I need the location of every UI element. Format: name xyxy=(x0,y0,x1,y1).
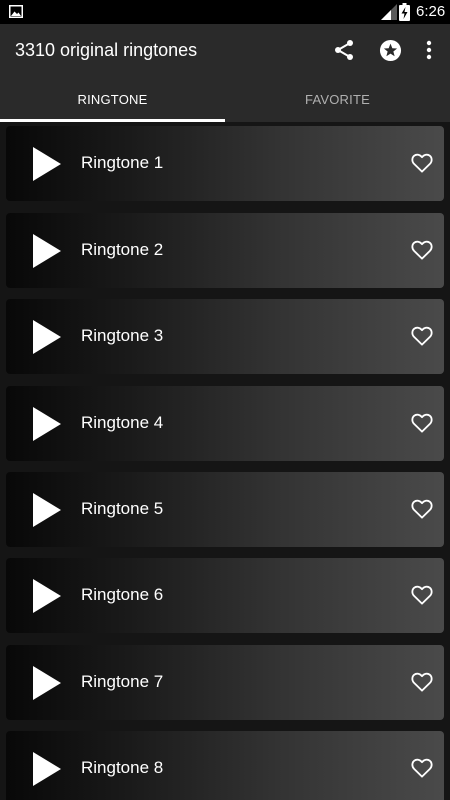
overflow-menu-button[interactable] xyxy=(417,38,441,62)
heart-outline-icon xyxy=(411,672,433,692)
ringtone-row[interactable]: Ringtone 7 xyxy=(6,645,444,720)
ringtone-row[interactable]: Ringtone 5 xyxy=(6,472,444,547)
play-icon[interactable] xyxy=(32,319,62,355)
share-button[interactable] xyxy=(332,38,356,62)
ringtone-list: Ringtone 1 Ringtone 2 Ringtone 3 Rington… xyxy=(0,122,450,800)
tab-favorite[interactable]: FAVORITE xyxy=(225,76,450,122)
play-icon[interactable] xyxy=(32,751,62,787)
share-icon xyxy=(335,40,353,60)
ringtone-row[interactable]: Ringtone 6 xyxy=(6,558,444,633)
favorite-button[interactable] xyxy=(409,150,435,176)
app-screen: 6:26 3310 original ringtones RINGTONE FA… xyxy=(0,0,450,800)
rate-button[interactable] xyxy=(378,38,402,62)
favorite-button[interactable] xyxy=(409,669,435,695)
heart-outline-icon xyxy=(411,758,433,778)
heart-outline-icon xyxy=(411,326,433,346)
play-icon[interactable] xyxy=(32,146,62,182)
ringtone-title: Ringtone 3 xyxy=(81,326,164,345)
heart-outline-icon xyxy=(411,413,433,433)
heart-outline-icon xyxy=(411,499,433,519)
heart-outline-icon xyxy=(411,153,433,173)
ringtone-title: Ringtone 4 xyxy=(81,413,164,432)
ringtone-title: Ringtone 5 xyxy=(81,499,164,518)
ringtone-title: Ringtone 1 xyxy=(81,153,164,172)
ringtone-title: Ringtone 7 xyxy=(81,672,164,691)
ringtone-title: Ringtone 8 xyxy=(81,758,164,777)
star-circle-icon xyxy=(379,39,401,61)
ringtone-row[interactable]: Ringtone 1 xyxy=(6,126,444,201)
status-time: 6:26 xyxy=(416,3,446,20)
play-icon[interactable] xyxy=(32,578,62,614)
ringtone-row[interactable]: Ringtone 4 xyxy=(6,386,444,461)
play-icon[interactable] xyxy=(32,406,62,442)
gallery-icon xyxy=(9,5,23,18)
battery-charging-icon xyxy=(399,3,410,21)
play-icon[interactable] xyxy=(32,233,62,269)
favorite-button[interactable] xyxy=(409,237,435,263)
signal-icon xyxy=(381,4,397,20)
tab-favorite-label: FAVORITE xyxy=(305,91,370,107)
app-title: 3310 original ringtones xyxy=(15,40,198,60)
ringtone-title: Ringtone 6 xyxy=(81,585,164,604)
app-bar: 3310 original ringtones xyxy=(0,24,450,76)
more-vert-icon xyxy=(426,40,432,60)
ringtone-title: Ringtone 2 xyxy=(81,240,164,259)
favorite-button[interactable] xyxy=(409,755,435,781)
favorite-button[interactable] xyxy=(409,496,435,522)
favorite-button[interactable] xyxy=(409,410,435,436)
tab-ringtone-label: RINGTONE xyxy=(77,91,148,107)
status-bar: 6:26 xyxy=(0,0,450,24)
tab-bar: RINGTONE FAVORITE xyxy=(0,76,450,122)
tab-ringtone[interactable]: RINGTONE xyxy=(0,76,225,122)
play-icon[interactable] xyxy=(32,492,62,528)
favorite-button[interactable] xyxy=(409,323,435,349)
ringtone-row[interactable]: Ringtone 8 xyxy=(6,731,444,800)
favorite-button[interactable] xyxy=(409,582,435,608)
heart-outline-icon xyxy=(411,240,433,260)
heart-outline-icon xyxy=(411,585,433,605)
ringtone-row[interactable]: Ringtone 2 xyxy=(6,213,444,288)
play-icon[interactable] xyxy=(32,665,62,701)
ringtone-row[interactable]: Ringtone 3 xyxy=(6,299,444,374)
